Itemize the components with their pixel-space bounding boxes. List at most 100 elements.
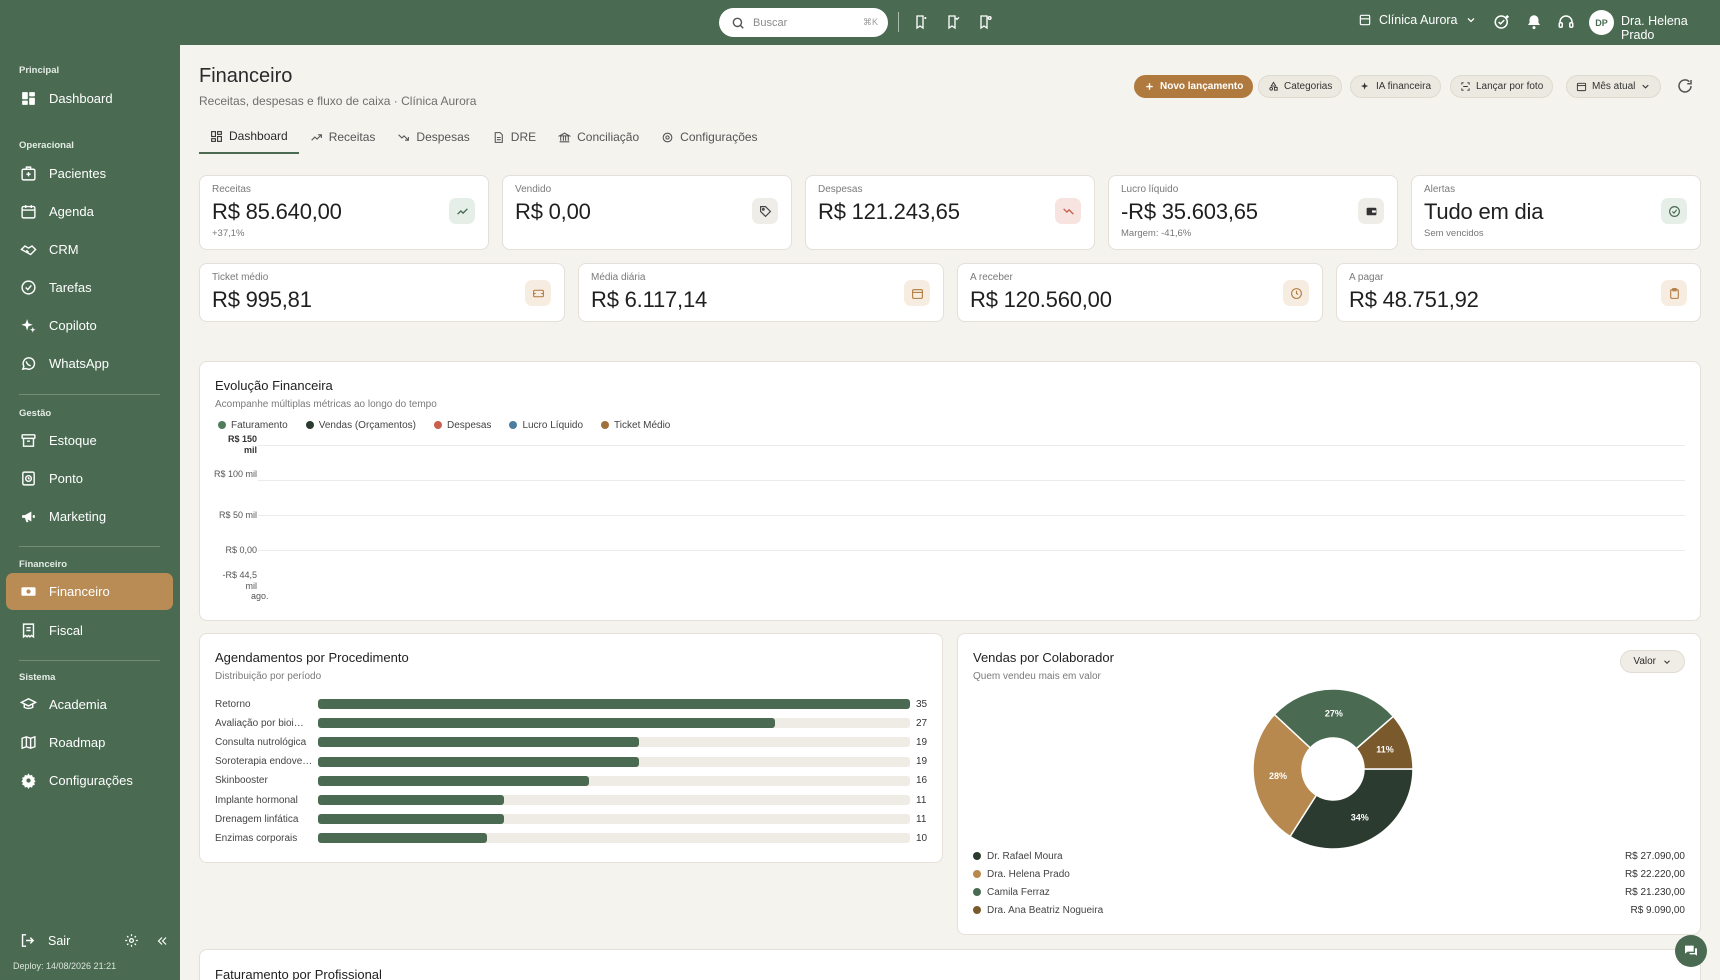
legend-value: R$ 9.090,00	[1630, 905, 1686, 916]
kpi-value: -R$ 35.603,65	[1121, 199, 1258, 224]
bar[interactable]	[318, 737, 640, 748]
bar[interactable]	[318, 756, 640, 767]
sidebar-item-dashboard[interactable]: Dashboard	[6, 80, 173, 117]
sidebar-item-academia[interactable]: Academia	[6, 686, 173, 723]
sidebar-item-financeiro[interactable]: Financeiro	[6, 573, 173, 610]
sidebar-item-tarefas[interactable]: Tarefas	[6, 269, 173, 306]
pie-slice[interactable]	[1289, 768, 1414, 850]
check-circle-icon	[1661, 198, 1687, 224]
trending-up-icon	[310, 133, 322, 141]
tab-conciliacao[interactable]: Conciliação	[547, 120, 650, 154]
bar-row: Retorno 35	[215, 696, 927, 712]
kpi-label: Ticket médio	[212, 272, 269, 283]
bar[interactable]	[318, 833, 488, 844]
sidebar-item-configuracoes[interactable]: Configurações	[6, 762, 173, 799]
chat-button[interactable]	[1675, 935, 1707, 967]
sidebar-item-pacientes[interactable]: Pacientes	[6, 155, 173, 192]
period-select[interactable]: Mês atual	[1566, 75, 1662, 98]
user-name[interactable]: Dra. Helena Prado	[1621, 14, 1720, 42]
kpi-alertas: Alertas Tudo em dia Sem vencidos	[1411, 175, 1701, 250]
legend-label: Ticket Médio	[614, 420, 671, 431]
sidebar-item-agenda[interactable]: Agenda	[6, 193, 173, 230]
bar[interactable]	[318, 718, 775, 729]
sidebar-item-marketing[interactable]: Marketing	[6, 498, 173, 535]
bar[interactable]	[318, 795, 505, 805]
sidebar-item-copiloto[interactable]: Copiloto	[6, 307, 173, 344]
bar[interactable]	[318, 814, 505, 825]
headset-icon[interactable]	[1555, 11, 1577, 33]
evolution-chart-panel: Evolução Financeira Acompanhe múltiplas …	[199, 361, 1701, 621]
kpi-receitas: Receitas R$ 85.640,00 +37,1%	[199, 175, 489, 250]
avatar[interactable]: DP	[1589, 10, 1614, 35]
sidebar-item-ponto[interactable]: Ponto	[6, 460, 173, 497]
sidebar-item-estoque[interactable]: Estoque	[6, 422, 173, 459]
clinic-selector[interactable]: Clínica Aurora	[1358, 13, 1477, 27]
legend-name: Dr. Rafael Moura	[987, 851, 1063, 862]
kpi-a-pagar: A pagar R$ 48.751,92	[1336, 263, 1701, 322]
bar-value: 11	[916, 794, 927, 806]
bar-row: Soroterapia endove… 19	[215, 754, 927, 770]
whatsapp-icon	[21, 357, 36, 371]
legend-item[interactable]: Ticket Médio	[601, 420, 670, 431]
kpi-label: Vendido	[515, 184, 552, 195]
search-input[interactable]: Buscar ⌘K	[719, 8, 888, 37]
tab-dre[interactable]: DRE	[481, 120, 547, 154]
chart-legend: Faturamento Vendas (Orçamentos) Despesas…	[218, 420, 670, 431]
sales-chart-panel: Vendas por Colaborador Quem vendeu mais …	[957, 633, 1701, 935]
bar[interactable]	[318, 775, 589, 786]
sidebar-item-whatsapp[interactable]: WhatsApp	[6, 345, 173, 382]
refresh-icon[interactable]	[1676, 77, 1694, 95]
bookmark-pin-icon[interactable]	[974, 11, 996, 33]
sidebar-divider	[19, 546, 160, 547]
tab-configuracoes[interactable]: Configurações	[650, 120, 768, 154]
legend-dot	[973, 852, 981, 860]
legend-value: R$ 21.230,00	[1624, 887, 1685, 898]
tab-receitas[interactable]: Receitas	[299, 120, 387, 154]
trending-down-icon	[1055, 198, 1081, 224]
tab-despesas[interactable]: Despesas	[386, 120, 480, 154]
grid-line	[258, 550, 1685, 551]
kpi-despesas: Despesas R$ 121.243,65	[805, 175, 1095, 250]
legend-item[interactable]: Despesas	[433, 420, 491, 431]
logout-icon[interactable]	[19, 932, 36, 949]
sparkles-icon	[1360, 82, 1369, 90]
sidebar-item-fiscal[interactable]: Fiscal	[6, 612, 173, 649]
chevron-down-icon	[1642, 84, 1650, 89]
legend-label: Faturamento	[231, 420, 288, 431]
kpi-change: +37,1%	[212, 228, 245, 239]
bar-label: Skinbooster	[215, 775, 268, 787]
bar[interactable]	[318, 699, 910, 709]
sidebar-item-crm[interactable]: CRM	[6, 231, 173, 268]
kpi-label: Alertas	[1424, 184, 1456, 195]
legend-dot	[305, 421, 314, 429]
sidebar-item-roadmap[interactable]: Roadmap	[6, 724, 173, 761]
bell-icon[interactable]	[1523, 11, 1545, 33]
logout-button[interactable]: Sair	[48, 934, 70, 948]
photo-entry-button[interactable]: Lançar por foto	[1450, 75, 1554, 98]
metric-select[interactable]: Valor	[1620, 650, 1685, 673]
plus-icon	[1146, 83, 1153, 90]
tab-label: DRE	[510, 130, 537, 144]
categories-button[interactable]: Categorias	[1258, 75, 1343, 98]
new-entry-button[interactable]: Novo lançamento	[1134, 75, 1254, 98]
kpi-label: Receitas	[212, 184, 251, 195]
kpi-value: R$ 48.751,92	[1349, 287, 1479, 312]
legend-row: Camila Ferraz R$ 21.230,00	[973, 887, 1685, 901]
collapse-sidebar-icon[interactable]	[155, 934, 169, 948]
sidebar-section-sistema: Sistema	[19, 672, 56, 683]
bookmark-icon[interactable]	[910, 11, 932, 33]
tab-label: Despesas	[416, 130, 470, 144]
bookmark-check-icon[interactable]	[942, 11, 964, 33]
legend-item[interactable]: Faturamento	[218, 420, 288, 431]
gear-icon[interactable]	[124, 933, 139, 948]
panel-subtitle: Distribuição por período	[215, 671, 322, 682]
shapes-icon	[1269, 81, 1278, 91]
legend-item[interactable]: Lucro Líquido	[509, 420, 583, 431]
clock-icon	[1283, 280, 1309, 306]
legend-item[interactable]: Vendas (Orçamentos)	[305, 420, 416, 431]
tab-dashboard[interactable]: Dashboard	[199, 120, 299, 154]
kpi-a-receber: A receber R$ 120.560,00	[957, 263, 1323, 322]
page-subtitle: Receitas, despesas e fluxo de caixa · Cl…	[199, 94, 477, 108]
task-check-icon[interactable]	[1491, 11, 1513, 33]
ai-finance-button[interactable]: IA financeira	[1350, 75, 1442, 98]
